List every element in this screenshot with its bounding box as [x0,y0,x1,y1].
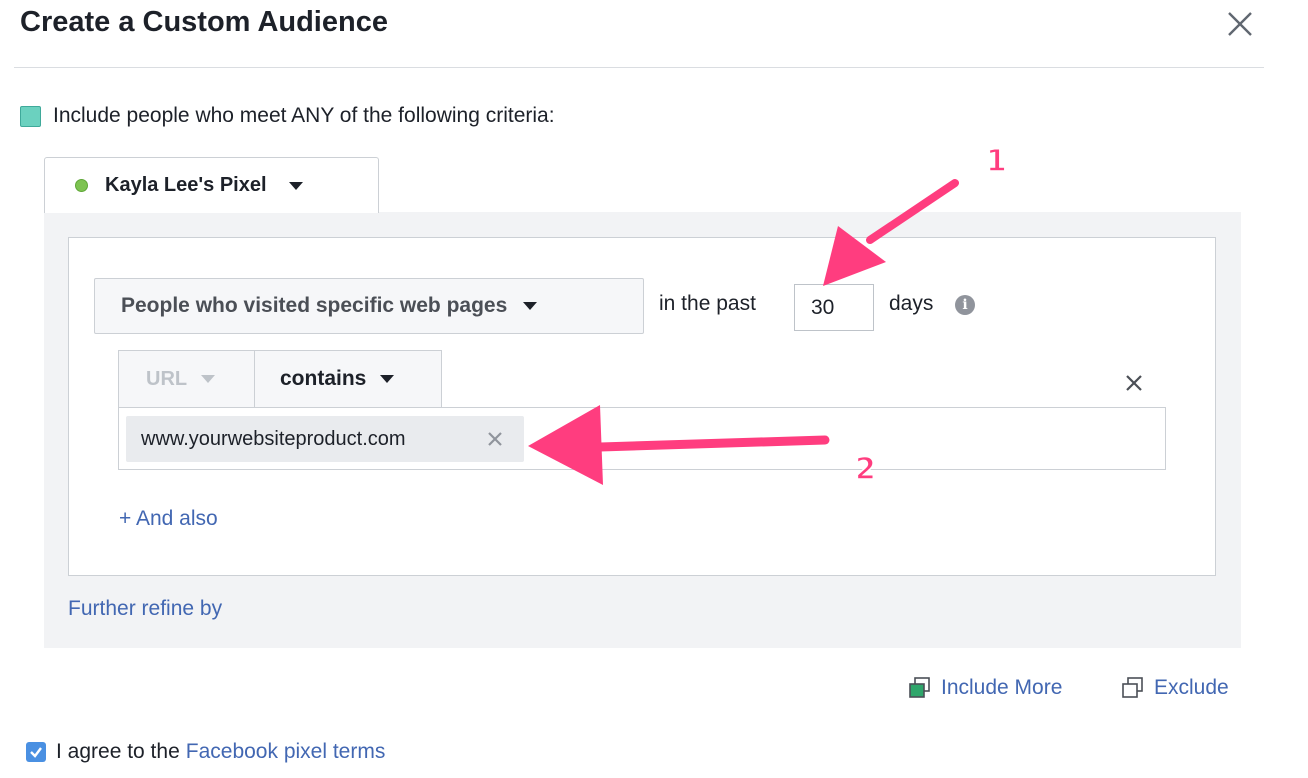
chevron-down-icon [288,181,303,190]
exclude-label: Exclude [1154,676,1229,699]
pixel-name: Kayla Lee's Pixel [105,174,267,196]
include-swatch-icon [20,105,41,127]
remove-rule-icon[interactable] [1122,371,1146,395]
annotation-label-2: 2 [854,451,876,488]
operator-label: contains [280,367,367,390]
info-icon[interactable]: i [955,295,975,315]
close-icon[interactable] [1224,8,1256,40]
days-input[interactable] [794,284,874,331]
agree-text: I agree to the [56,740,180,763]
chevron-down-icon [201,375,216,383]
include-more-label: Include More [941,676,1063,699]
operator-select[interactable]: contains [254,350,442,408]
include-criteria-text: Include people who meet ANY of the follo… [53,104,555,127]
url-field-select: URL [118,350,255,408]
and-also-link[interactable]: + And also [119,507,218,531]
days-label: days [889,292,934,315]
url-token: www.yourwebsiteproduct.com [126,416,524,462]
pixel-terms-link[interactable]: Facebook pixel terms [186,740,386,764]
event-type-label: People who visited specific web pages [121,294,508,317]
url-field-label: URL [146,367,188,390]
remove-token-icon[interactable] [484,428,506,450]
include-more-button[interactable]: Include More [908,676,1062,700]
dialog-title: Create a Custom Audience [20,6,388,38]
url-token-text: www.yourwebsiteproduct.com [141,427,406,450]
chevron-down-icon [380,375,395,383]
checkmark-icon [30,747,42,758]
annotation-label-1: 1 [985,143,1007,180]
event-type-select[interactable]: People who visited specific web pages [94,278,644,334]
further-refine-link[interactable]: Further refine by [68,597,222,621]
pixel-dropdown[interactable]: Kayla Lee's Pixel [44,157,379,213]
include-criteria-row: Include people who meet ANY of the follo… [20,104,555,128]
agree-row: I agree to the Facebook pixel terms [26,740,385,764]
exclude-icon [1122,677,1143,698]
exclude-button[interactable]: Exclude [1121,676,1229,700]
agree-checkbox[interactable] [26,742,46,762]
chevron-down-icon [523,302,538,310]
header-divider [14,67,1264,68]
include-more-icon [909,677,930,698]
pixel-status-icon [75,179,88,192]
in-the-past-label: in the past [659,292,756,315]
